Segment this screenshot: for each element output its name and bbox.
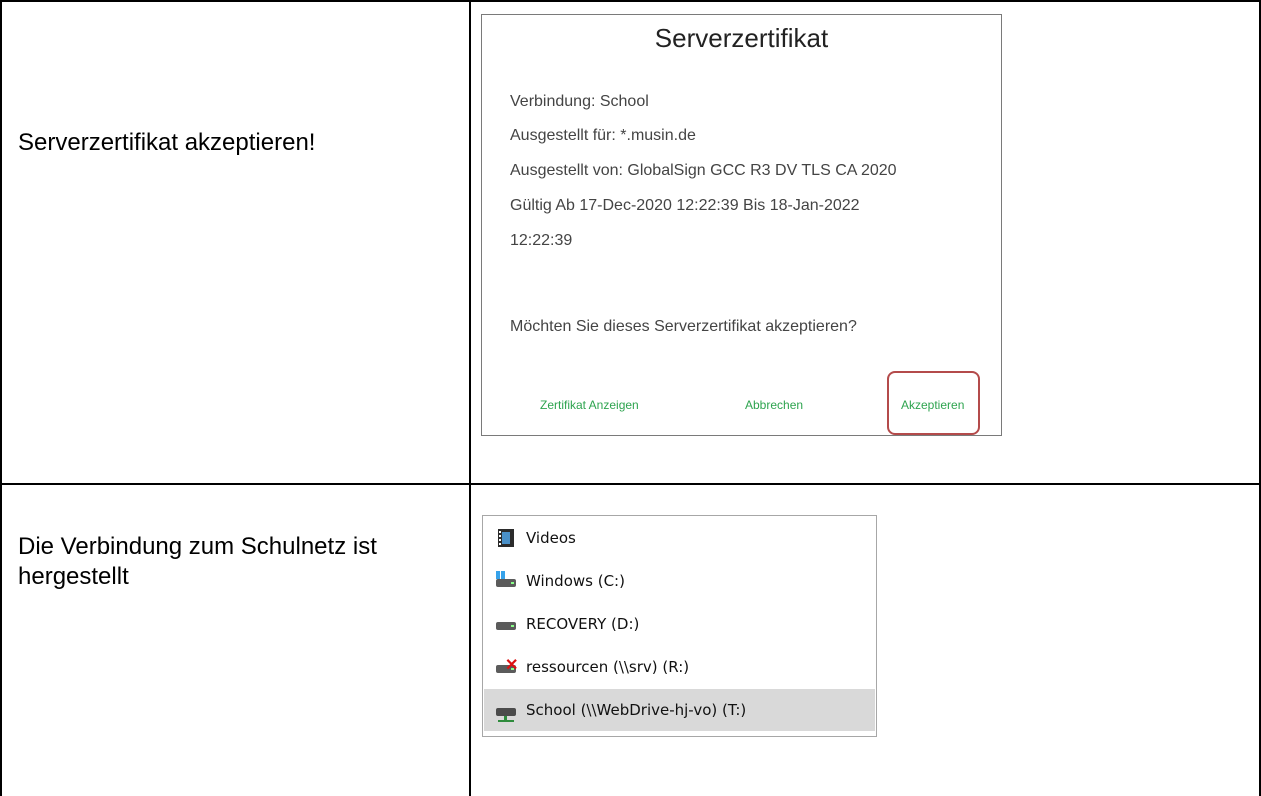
- item-label: ressourcen (\\srv) (R:): [526, 658, 690, 676]
- cancel-button[interactable]: Abbrechen: [745, 398, 803, 412]
- connection-line: Verbindung: School: [510, 93, 649, 110]
- accept-question: Möchten Sie dieses Serverzertifikat akze…: [510, 318, 857, 335]
- step-label-line1: Die Verbindung zum Schulnetz ist: [18, 533, 377, 560]
- drive-icon: [496, 616, 516, 632]
- windows-drive-icon: [496, 571, 516, 589]
- step-label-connected: Die Verbindung zum Schulnetz ist hergest…: [18, 532, 377, 592]
- list-item-selected[interactable]: School (\\WebDrive-hj-vo) (T:): [484, 689, 875, 731]
- list-item[interactable]: Windows (C:): [484, 560, 875, 602]
- validity-line: Gültig Ab 17-Dec-2020 12:22:39 Bis 18-Ja…: [510, 197, 860, 214]
- step-label-line2: hergestellt: [18, 563, 129, 590]
- explorer-drive-list: Videos Windows (C:) RECOVERY (D:) ✕ ress…: [482, 515, 877, 737]
- network-drive-icon: [496, 702, 516, 722]
- disconnected-network-drive-icon: ✕: [496, 658, 518, 675]
- issued-for-line: Ausgestellt für: *.musin.de: [510, 127, 696, 144]
- film-icon: [498, 529, 514, 547]
- item-label: RECOVERY (D:): [526, 615, 640, 633]
- server-certificate-dialog: Serverzertifikat Verbindung: School Ausg…: [481, 14, 1002, 436]
- table-divider: [469, 0, 471, 796]
- table-row-divider: [0, 483, 1261, 485]
- dialog-title: Serverzertifikat: [654, 23, 829, 53]
- accept-highlight-box: [887, 371, 980, 435]
- step-label-accept-certificate: Serverzertifikat akzeptieren!: [18, 129, 316, 156]
- validity-line-cont: 12:22:39: [510, 232, 573, 249]
- issued-by-line: Ausgestellt von: GlobalSign GCC R3 DV TL…: [510, 162, 897, 179]
- table-top-border: [0, 0, 1261, 2]
- item-label: School (\\WebDrive-hj-vo) (T:): [526, 701, 747, 719]
- item-label: Windows (C:): [526, 572, 625, 590]
- show-certificate-button[interactable]: Zertifikat Anzeigen: [540, 398, 639, 412]
- table-left-border: [0, 0, 2, 796]
- list-item[interactable]: Videos: [484, 517, 875, 559]
- list-item[interactable]: ✕ ressourcen (\\srv) (R:): [484, 646, 875, 688]
- item-label: Videos: [526, 529, 576, 547]
- list-item[interactable]: RECOVERY (D:): [484, 603, 875, 645]
